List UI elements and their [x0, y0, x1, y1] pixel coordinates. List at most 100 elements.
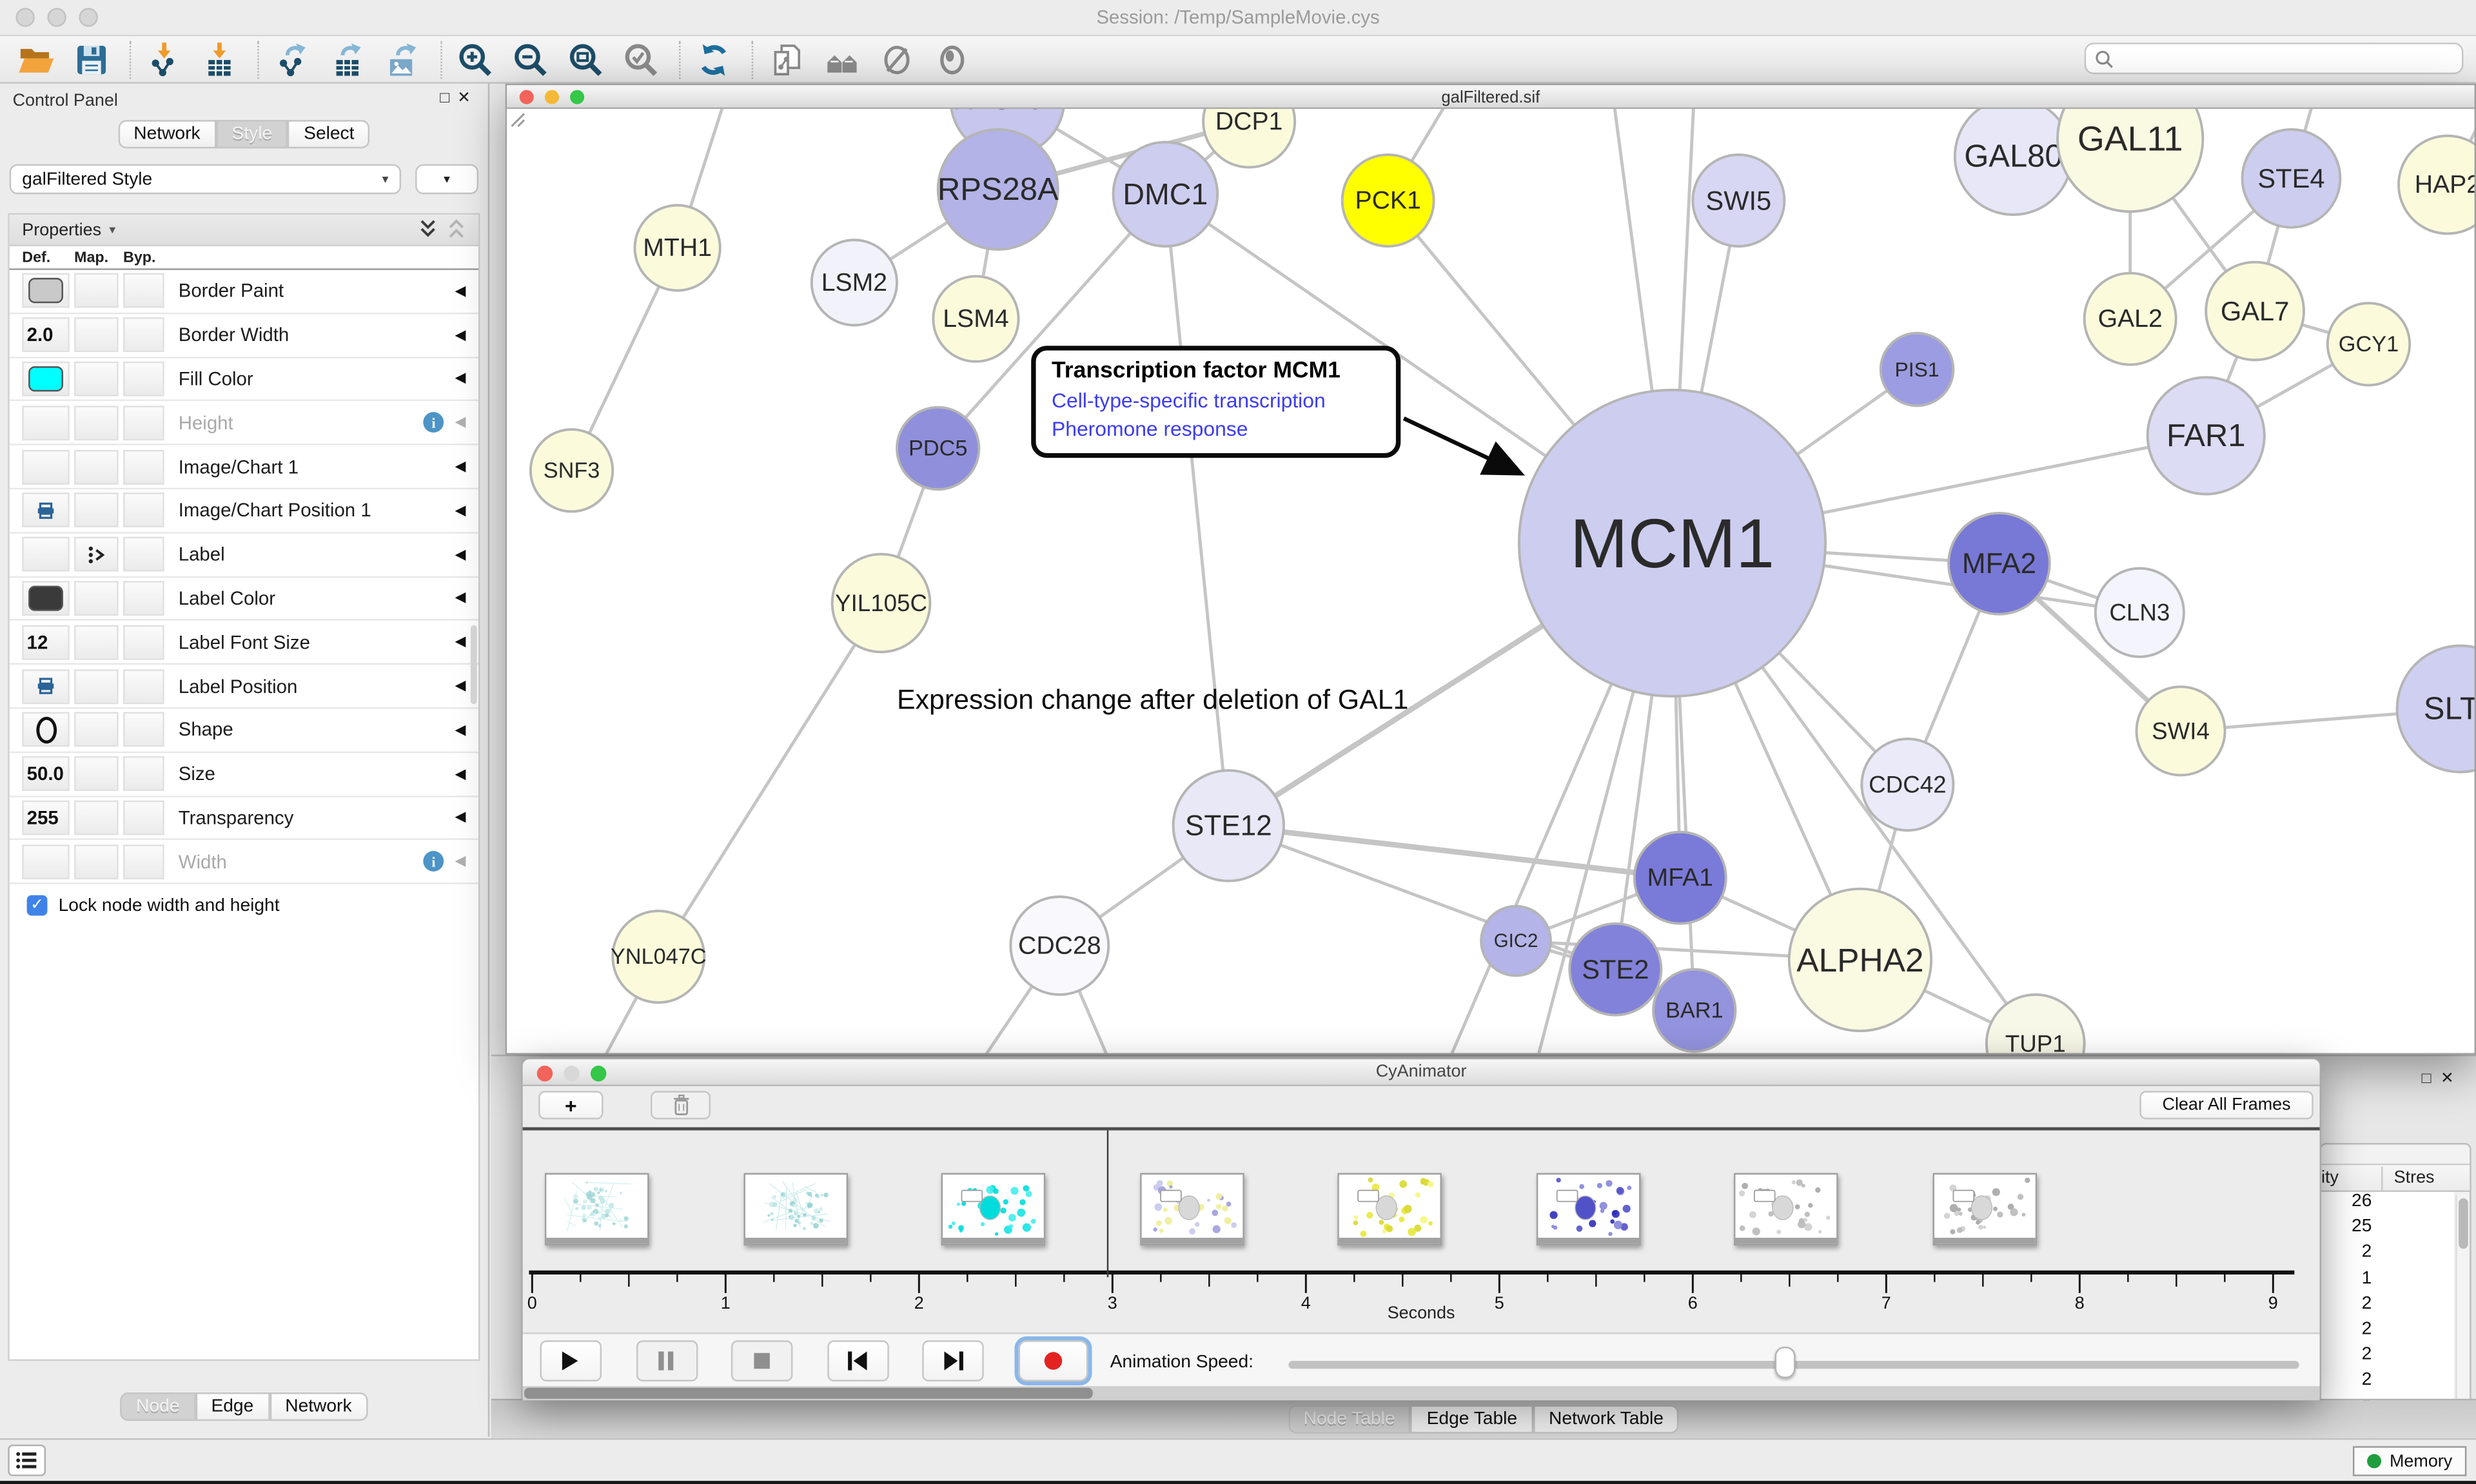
- import-table-icon[interactable]: [199, 39, 241, 80]
- mapping-cell[interactable]: [74, 801, 119, 835]
- delete-frame-button[interactable]: [651, 1091, 711, 1119]
- default-value-cell[interactable]: 12: [22, 625, 69, 659]
- search-box[interactable]: [2085, 43, 2464, 74]
- network-node-far1[interactable]: FAR1: [2148, 377, 2265, 494]
- animation-frame-5[interactable]: [1536, 1173, 1640, 1246]
- expand-row-icon[interactable]: ◀: [455, 502, 466, 519]
- property-row-label[interactable]: Label◀: [10, 533, 478, 577]
- network-node-gal7[interactable]: GAL7: [2206, 262, 2304, 360]
- bypass-cell[interactable]: [123, 625, 164, 659]
- browser-tab-node[interactable]: Node: [121, 1392, 195, 1421]
- bypass-cell[interactable]: [123, 581, 164, 616]
- mapping-cell[interactable]: [74, 756, 119, 791]
- table-row[interactable]: 26: [2321, 1192, 2454, 1218]
- default-value-cell[interactable]: [22, 845, 69, 879]
- expand-row-icon[interactable]: ◀: [455, 370, 466, 387]
- search-input[interactable]: [2114, 49, 2462, 68]
- default-value-cell[interactable]: [22, 405, 69, 440]
- bypass-cell[interactable]: [123, 712, 164, 747]
- network-canvas[interactable]: RPS28BDCP1RPS28ADMC1PCK1MTH1LSM2LSM4SWI5…: [507, 109, 2474, 1053]
- collapse-all-icon[interactable]: [447, 219, 466, 240]
- close-table-panel-icon[interactable]: ✕: [2441, 1070, 2463, 1088]
- bypass-cell[interactable]: [123, 405, 164, 440]
- table-row[interactable]: 2: [2321, 1345, 2454, 1371]
- network-window-titlebar[interactable]: galFiltered.sif: [507, 85, 2474, 109]
- network-node-bar1[interactable]: BAR1: [1653, 970, 1735, 1051]
- mapping-cell[interactable]: [74, 493, 119, 528]
- show-panels-button[interactable]: [8, 1445, 46, 1476]
- network-node-gal2[interactable]: GAL2: [2085, 273, 2176, 365]
- network-node-swi4[interactable]: SWI4: [2136, 687, 2225, 775]
- mapping-cell[interactable]: [74, 405, 119, 440]
- network-node-mth1[interactable]: MTH1: [634, 205, 720, 290]
- network-node-pdc5[interactable]: PDC5: [897, 407, 979, 489]
- default-value-cell[interactable]: [22, 581, 69, 616]
- mapping-cell[interactable]: [74, 362, 119, 396]
- network-node-alpha2[interactable]: ALPHA2: [1789, 889, 1931, 1031]
- hide-selected-icon[interactable]: [876, 39, 918, 80]
- property-row-image-chart-position-1[interactable]: Image/Chart Position 1◀: [10, 489, 478, 533]
- table-row[interactable]: 2: [2321, 1371, 2454, 1396]
- pause-button[interactable]: [636, 1340, 698, 1381]
- info-icon[interactable]: i: [424, 413, 444, 433]
- expand-row-icon[interactable]: ◀: [455, 765, 466, 783]
- annotation-box[interactable]: Transcription factor MCM1 Cell-type-spec…: [1031, 346, 1400, 458]
- default-value-cell[interactable]: 50.0: [22, 756, 69, 791]
- tab-select[interactable]: Select: [288, 120, 370, 148]
- bypass-cell[interactable]: [123, 537, 164, 572]
- dock-tab-node-table[interactable]: Node Table: [1288, 1405, 1411, 1434]
- expand-row-icon[interactable]: ◀: [455, 414, 466, 431]
- mapping-cell[interactable]: [74, 318, 119, 353]
- network-node-ste2[interactable]: STE2: [1569, 924, 1661, 1015]
- default-value-cell[interactable]: [22, 449, 69, 484]
- bypass-cell[interactable]: [123, 449, 164, 484]
- refresh-icon[interactable]: [693, 39, 734, 80]
- default-value-cell[interactable]: [22, 537, 69, 572]
- expand-row-icon[interactable]: ◀: [455, 634, 466, 651]
- expand-row-icon[interactable]: ◀: [455, 809, 466, 826]
- mapping-cell[interactable]: [74, 449, 119, 484]
- network-node-cdc42[interactable]: CDC42: [1862, 739, 1953, 830]
- network-node-cdc28[interactable]: CDC28: [1010, 897, 1108, 995]
- bypass-cell[interactable]: [123, 845, 164, 879]
- checkbox-checked-icon[interactable]: ✓: [27, 895, 48, 916]
- playhead[interactable]: [1106, 1130, 1109, 1277]
- network-node-hap2[interactable]: HAP2: [2399, 136, 2475, 234]
- network-node-cln3[interactable]: CLN3: [2096, 569, 2184, 657]
- float-table-panel-icon[interactable]: □: [2422, 1070, 2441, 1088]
- expand-row-icon[interactable]: ◀: [455, 721, 466, 739]
- property-row-width[interactable]: Widthi◀: [10, 841, 478, 884]
- clone-document-icon[interactable]: [766, 39, 807, 80]
- network-node-gcy1[interactable]: GCY1: [2328, 303, 2410, 385]
- network-node-tup1[interactable]: TUP1: [1987, 995, 2085, 1053]
- network-node-rps28a[interactable]: RPS28A: [938, 130, 1059, 249]
- dock-tab-edge-table[interactable]: Edge Table: [1411, 1405, 1533, 1434]
- zoom-fit-icon[interactable]: [565, 39, 607, 80]
- record-button[interactable]: [1019, 1340, 1088, 1381]
- default-value-cell[interactable]: [22, 274, 69, 309]
- property-row-size[interactable]: 50.0Size◀: [10, 753, 478, 797]
- network-node-pis1[interactable]: PIS1: [1881, 333, 1954, 406]
- first-neighbors-icon[interactable]: [821, 39, 862, 80]
- open-folder-icon[interactable]: [15, 39, 57, 80]
- default-value-cell[interactable]: [22, 712, 69, 747]
- zoom-out-icon[interactable]: [510, 39, 551, 80]
- expand-row-icon[interactable]: ◀: [455, 282, 466, 300]
- table-row[interactable]: 2: [2321, 1320, 2454, 1345]
- network-node-yil105c[interactable]: YIL105C: [832, 554, 930, 652]
- expand-row-icon[interactable]: ◀: [455, 678, 466, 695]
- annotation-link[interactable]: Pheromone response: [1052, 415, 1380, 442]
- zoom-in-icon[interactable]: [455, 39, 496, 80]
- expand-row-icon[interactable]: ◀: [455, 546, 466, 563]
- mapping-cell[interactable]: [74, 712, 119, 747]
- browser-tab-edge[interactable]: Edge: [195, 1392, 270, 1421]
- info-icon[interactable]: i: [424, 852, 444, 872]
- network-node-dcp1[interactable]: DCP1: [1203, 109, 1295, 168]
- property-row-height[interactable]: Heighti◀: [10, 402, 478, 445]
- property-row-label-position[interactable]: Label Position◀: [10, 665, 478, 708]
- network-node-ste4[interactable]: STE4: [2243, 130, 2341, 228]
- network-node-mfa2[interactable]: MFA2: [1949, 513, 2050, 614]
- mapping-cell[interactable]: [74, 274, 119, 309]
- export-network-icon[interactable]: [271, 39, 313, 80]
- network-node-dmc1[interactable]: DMC1: [1114, 142, 1218, 246]
